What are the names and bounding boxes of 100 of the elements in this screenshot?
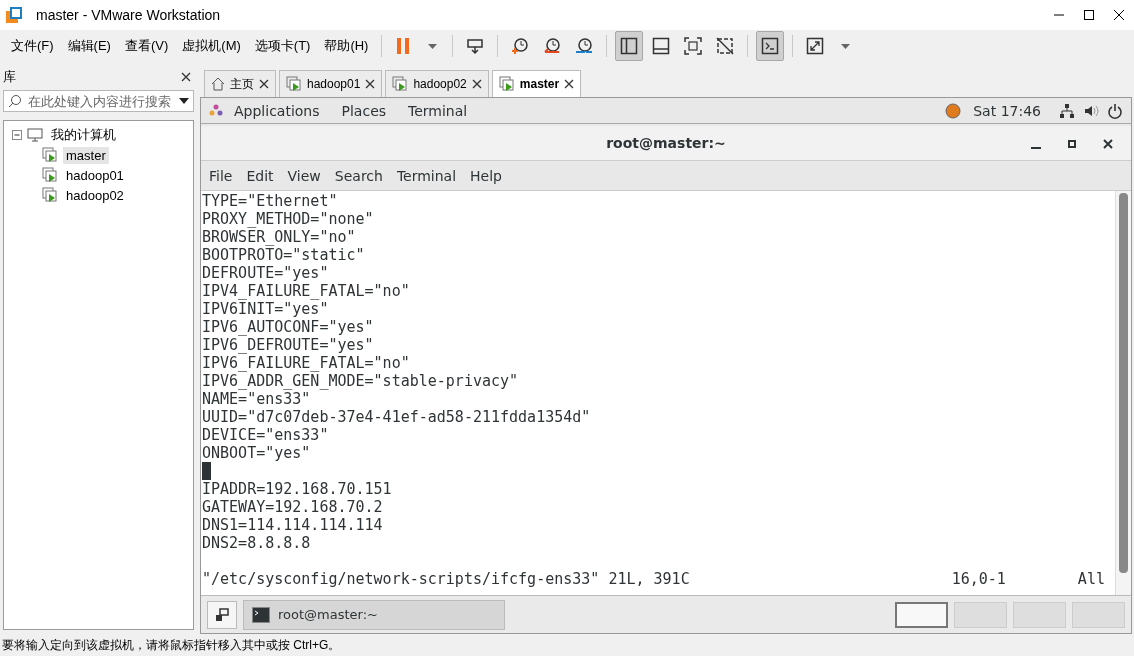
code-line: IPV6INIT="yes" — [202, 300, 329, 318]
tab[interactable]: 主页 — [204, 70, 276, 97]
menu-item[interactable]: 帮助(H) — [317, 33, 376, 59]
tree-item[interactable]: master — [63, 146, 109, 164]
vm-icon — [286, 76, 302, 92]
bottom-panel-icon — [652, 37, 671, 55]
code-line: NAME="ens33" — [202, 390, 311, 408]
code-line: DNS1=114.114.114.114 — [202, 516, 383, 534]
tree-item[interactable]: hadoop02 — [63, 186, 127, 204]
vm-icon — [42, 167, 58, 183]
code-line: GATEWAY=192.168.70.2 — [202, 498, 383, 516]
close-icon[interactable] — [365, 79, 376, 89]
caret-icon — [840, 43, 850, 49]
menu-item[interactable]: 虚拟机(M) — [175, 33, 248, 59]
close-icon[interactable] — [471, 79, 482, 89]
vm-icon — [42, 147, 58, 163]
keyboard-icon — [466, 37, 485, 55]
power-icon — [1107, 102, 1123, 119]
code-line: DEVICE="ens33" — [202, 426, 329, 444]
editor-status: "/etc/sysconfig/network-scripts/ifcfg-ens33" 21L, 391C — [202, 570, 690, 588]
pause-icon — [395, 37, 412, 55]
text-cursor — [202, 462, 211, 480]
workspace-switcher[interactable] — [1013, 601, 1066, 628]
code-line: TYPE="Ethernet" — [202, 192, 338, 210]
code-line: BROWSER_ONLY="no" — [202, 228, 356, 246]
top-bar-menu[interactable]: Places — [330, 102, 398, 119]
close-icon — [1102, 137, 1114, 150]
code-line: UUID="d7c07deb-37e4-41ef-ad58-211fdda1354d" — [202, 408, 591, 426]
code-line: IPV6_DEFROUTE="yes" — [202, 336, 374, 354]
taskbar-window-button[interactable]: root@master:~ — [243, 599, 505, 630]
window-title: master - VMware Workstation — [36, 7, 222, 23]
vm-icon — [392, 76, 409, 92]
code-line: IPV6_FAILURE_FATAL="no" — [202, 354, 410, 372]
status-message: 要将输入定向到该虚拟机，请将鼠标指针移入其中或按 Ctrl+G。 — [2, 636, 341, 654]
maximize-icon — [1083, 9, 1095, 21]
workspace-switcher[interactable] — [954, 601, 1007, 628]
app-logo-icon — [6, 7, 22, 23]
code-line: PROXY_METHOD="none" — [202, 210, 374, 228]
network-icon — [1059, 102, 1075, 119]
code-line: IPV6_AUTOCONF="yes" — [202, 318, 374, 336]
close-icon[interactable] — [181, 72, 191, 82]
search-field[interactable]: 在此处键入内容进行搜索 — [3, 90, 194, 112]
terminal-icon — [761, 37, 780, 55]
menu-item[interactable]: File — [202, 167, 240, 184]
apps-icon — [209, 103, 223, 118]
close-icon — [1113, 9, 1125, 21]
code-line: ONBOOT="yes" — [202, 444, 311, 462]
vm-icon — [42, 187, 58, 203]
workspace-switcher[interactable] — [1072, 601, 1125, 628]
code-line: DNS2=8.8.8.8 — [202, 534, 311, 552]
top-bar-menu[interactable]: Terminal — [397, 102, 479, 119]
tree-item[interactable]: 我的计算机 — [48, 125, 119, 145]
scroll-position: All — [1077, 570, 1105, 588]
fullscreen-icon — [684, 37, 703, 55]
caret-icon — [427, 43, 437, 49]
code-line: IPV4_FAILURE_FATAL="no" — [202, 282, 410, 300]
sidebar-layout-icon — [620, 37, 639, 55]
clock[interactable]: Sat 17:46 — [973, 102, 1041, 119]
code-line: IPADDR=192.168.70.151 — [202, 480, 392, 498]
menu-item[interactable]: Help — [463, 167, 509, 184]
vm-icon — [498, 76, 515, 92]
menu-item[interactable]: 查看(V) — [117, 33, 176, 59]
clock-wrench-icon — [575, 37, 594, 55]
toolbar-button[interactable] — [756, 31, 785, 61]
toolbar-button[interactable] — [615, 31, 644, 61]
search-icon — [8, 94, 22, 108]
scrollbar[interactable] — [1115, 191, 1131, 595]
menu-item[interactable]: Terminal — [389, 167, 464, 184]
caret-icon — [179, 98, 189, 104]
tab[interactable]: hadoop01 — [279, 70, 383, 97]
menu-item[interactable]: Search — [327, 167, 390, 184]
workspace-switcher[interactable] — [895, 601, 948, 628]
close-icon[interactable] — [259, 79, 269, 89]
top-bar-menu[interactable]: Applications — [223, 102, 331, 119]
code-line: BOOTPROTO="static" — [202, 246, 365, 264]
resize-icon — [806, 37, 825, 55]
tab[interactable]: master — [491, 70, 582, 97]
collapse-toggle[interactable] — [12, 130, 22, 140]
show-desktop-button[interactable] — [207, 600, 237, 629]
menu-item[interactable]: 选项卡(T) — [247, 33, 318, 59]
menu-item[interactable]: 编辑(E) — [60, 33, 118, 59]
crossed-window-icon — [716, 37, 735, 55]
tab[interactable]: hadoop02 — [385, 70, 489, 97]
tree-item[interactable]: hadoop01 — [63, 166, 127, 184]
terminal-icon — [252, 606, 270, 623]
clock-plus-icon — [511, 37, 530, 55]
clock-back-icon — [543, 37, 562, 55]
close-icon[interactable] — [564, 79, 575, 89]
menu-item[interactable]: 文件(F) — [4, 33, 61, 59]
cursor-position: 16,0-1 — [951, 570, 1006, 588]
menu-item[interactable]: View — [280, 167, 328, 184]
minimize-icon — [1031, 147, 1041, 149]
code-line: IPV6_ADDR_GEN_MODE="stable-privacy" — [202, 372, 519, 390]
terminal-title: root@master:~ — [606, 135, 726, 151]
library-title: 库 — [3, 68, 16, 86]
status-icon — [945, 102, 962, 119]
menu-item[interactable]: Edit — [239, 167, 281, 184]
maximize-icon — [1066, 137, 1078, 150]
monitor-icon — [27, 128, 43, 142]
code-line: DEFROUTE="yes" — [202, 264, 329, 282]
